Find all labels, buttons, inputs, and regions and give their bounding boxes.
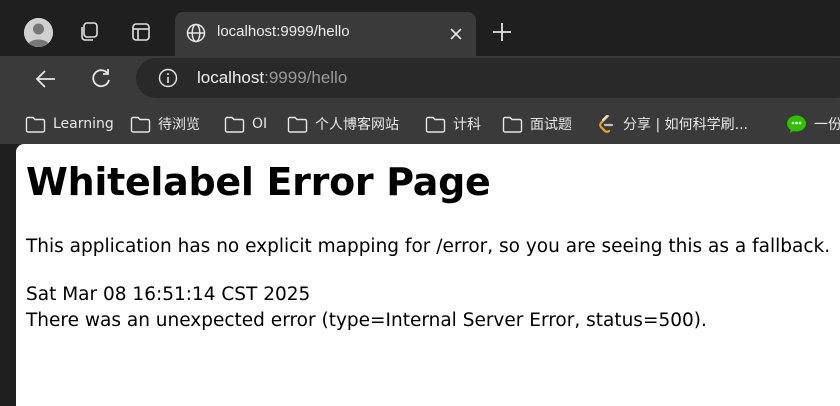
tab-strip: localhost:9999/hello — [0, 0, 840, 56]
folder-icon — [224, 116, 245, 133]
bookmark-label: 待浏览 — [158, 117, 200, 133]
bookmark-share-leetcode[interactable]: 分享 | 如何科学刷... — [596, 113, 748, 135]
wechat-icon — [787, 115, 806, 133]
bookmark-label: OI — [252, 116, 268, 132]
bookmark-oi[interactable]: OI — [224, 113, 267, 135]
reload-icon[interactable] — [88, 66, 114, 92]
error-timestamp: Sat Mar 08 16:51:14 CST 2025 — [26, 284, 311, 305]
address-bar[interactable]: localhost:9999/hello — [136, 58, 840, 98]
folder-icon — [502, 116, 523, 133]
page-title: Whitelabel Error Page — [26, 160, 491, 204]
url-host: localhost — [197, 68, 265, 87]
bookmark-personal-blogs[interactable]: 个人博客网站 — [287, 113, 399, 135]
folder-icon — [287, 116, 308, 133]
error-message: This application has no explicit mapping… — [26, 236, 831, 257]
bookmark-learning[interactable]: Learning — [25, 113, 114, 135]
bookmark-cs[interactable]: 计科 — [425, 113, 481, 135]
error-details: There was an unexpected error (type=Inte… — [26, 310, 707, 331]
folder-icon — [25, 116, 46, 133]
back-arrow-icon[interactable] — [33, 66, 59, 92]
page-content: Whitelabel Error Page This application h… — [16, 144, 840, 406]
bookmark-to-browse[interactable]: 待浏览 — [130, 113, 200, 135]
leetcode-icon — [599, 114, 614, 133]
bookmark-label: 分享 | 如何科学刷... — [623, 117, 748, 133]
folder-icon — [130, 116, 151, 133]
profile-avatar[interactable] — [24, 18, 53, 47]
tab-title: localhost:9999/hello — [217, 23, 350, 40]
tab-actions-icon[interactable] — [129, 20, 153, 44]
bookmark-interview[interactable]: 面试题 — [502, 113, 572, 135]
globe-icon — [186, 23, 206, 43]
close-icon[interactable] — [446, 24, 466, 44]
bookmarks-bar: Learning 待浏览 OI 个人博客网站 计科 面试题 分享 | 如何科学刷… — [0, 102, 840, 144]
avatar-icon — [24, 18, 53, 47]
bookmark-wechat[interactable]: 一份 — [786, 113, 840, 135]
workspaces-icon[interactable] — [77, 20, 101, 44]
folder-icon — [425, 116, 446, 133]
new-tab-icon[interactable] — [490, 20, 514, 44]
bookmark-label: 面试题 — [530, 117, 572, 133]
info-icon[interactable] — [158, 68, 178, 88]
active-tab[interactable]: localhost:9999/hello — [175, 12, 476, 56]
bookmark-label: Learning — [53, 116, 114, 132]
bookmark-label: 个人博客网站 — [315, 117, 399, 133]
toolbar: localhost:9999/hello — [0, 56, 840, 102]
bookmark-label: 计科 — [453, 117, 481, 133]
url-path: :9999/hello — [264, 68, 348, 87]
bookmark-label: 一份 — [814, 117, 840, 133]
url-text[interactable]: localhost:9999/hello — [197, 68, 347, 88]
